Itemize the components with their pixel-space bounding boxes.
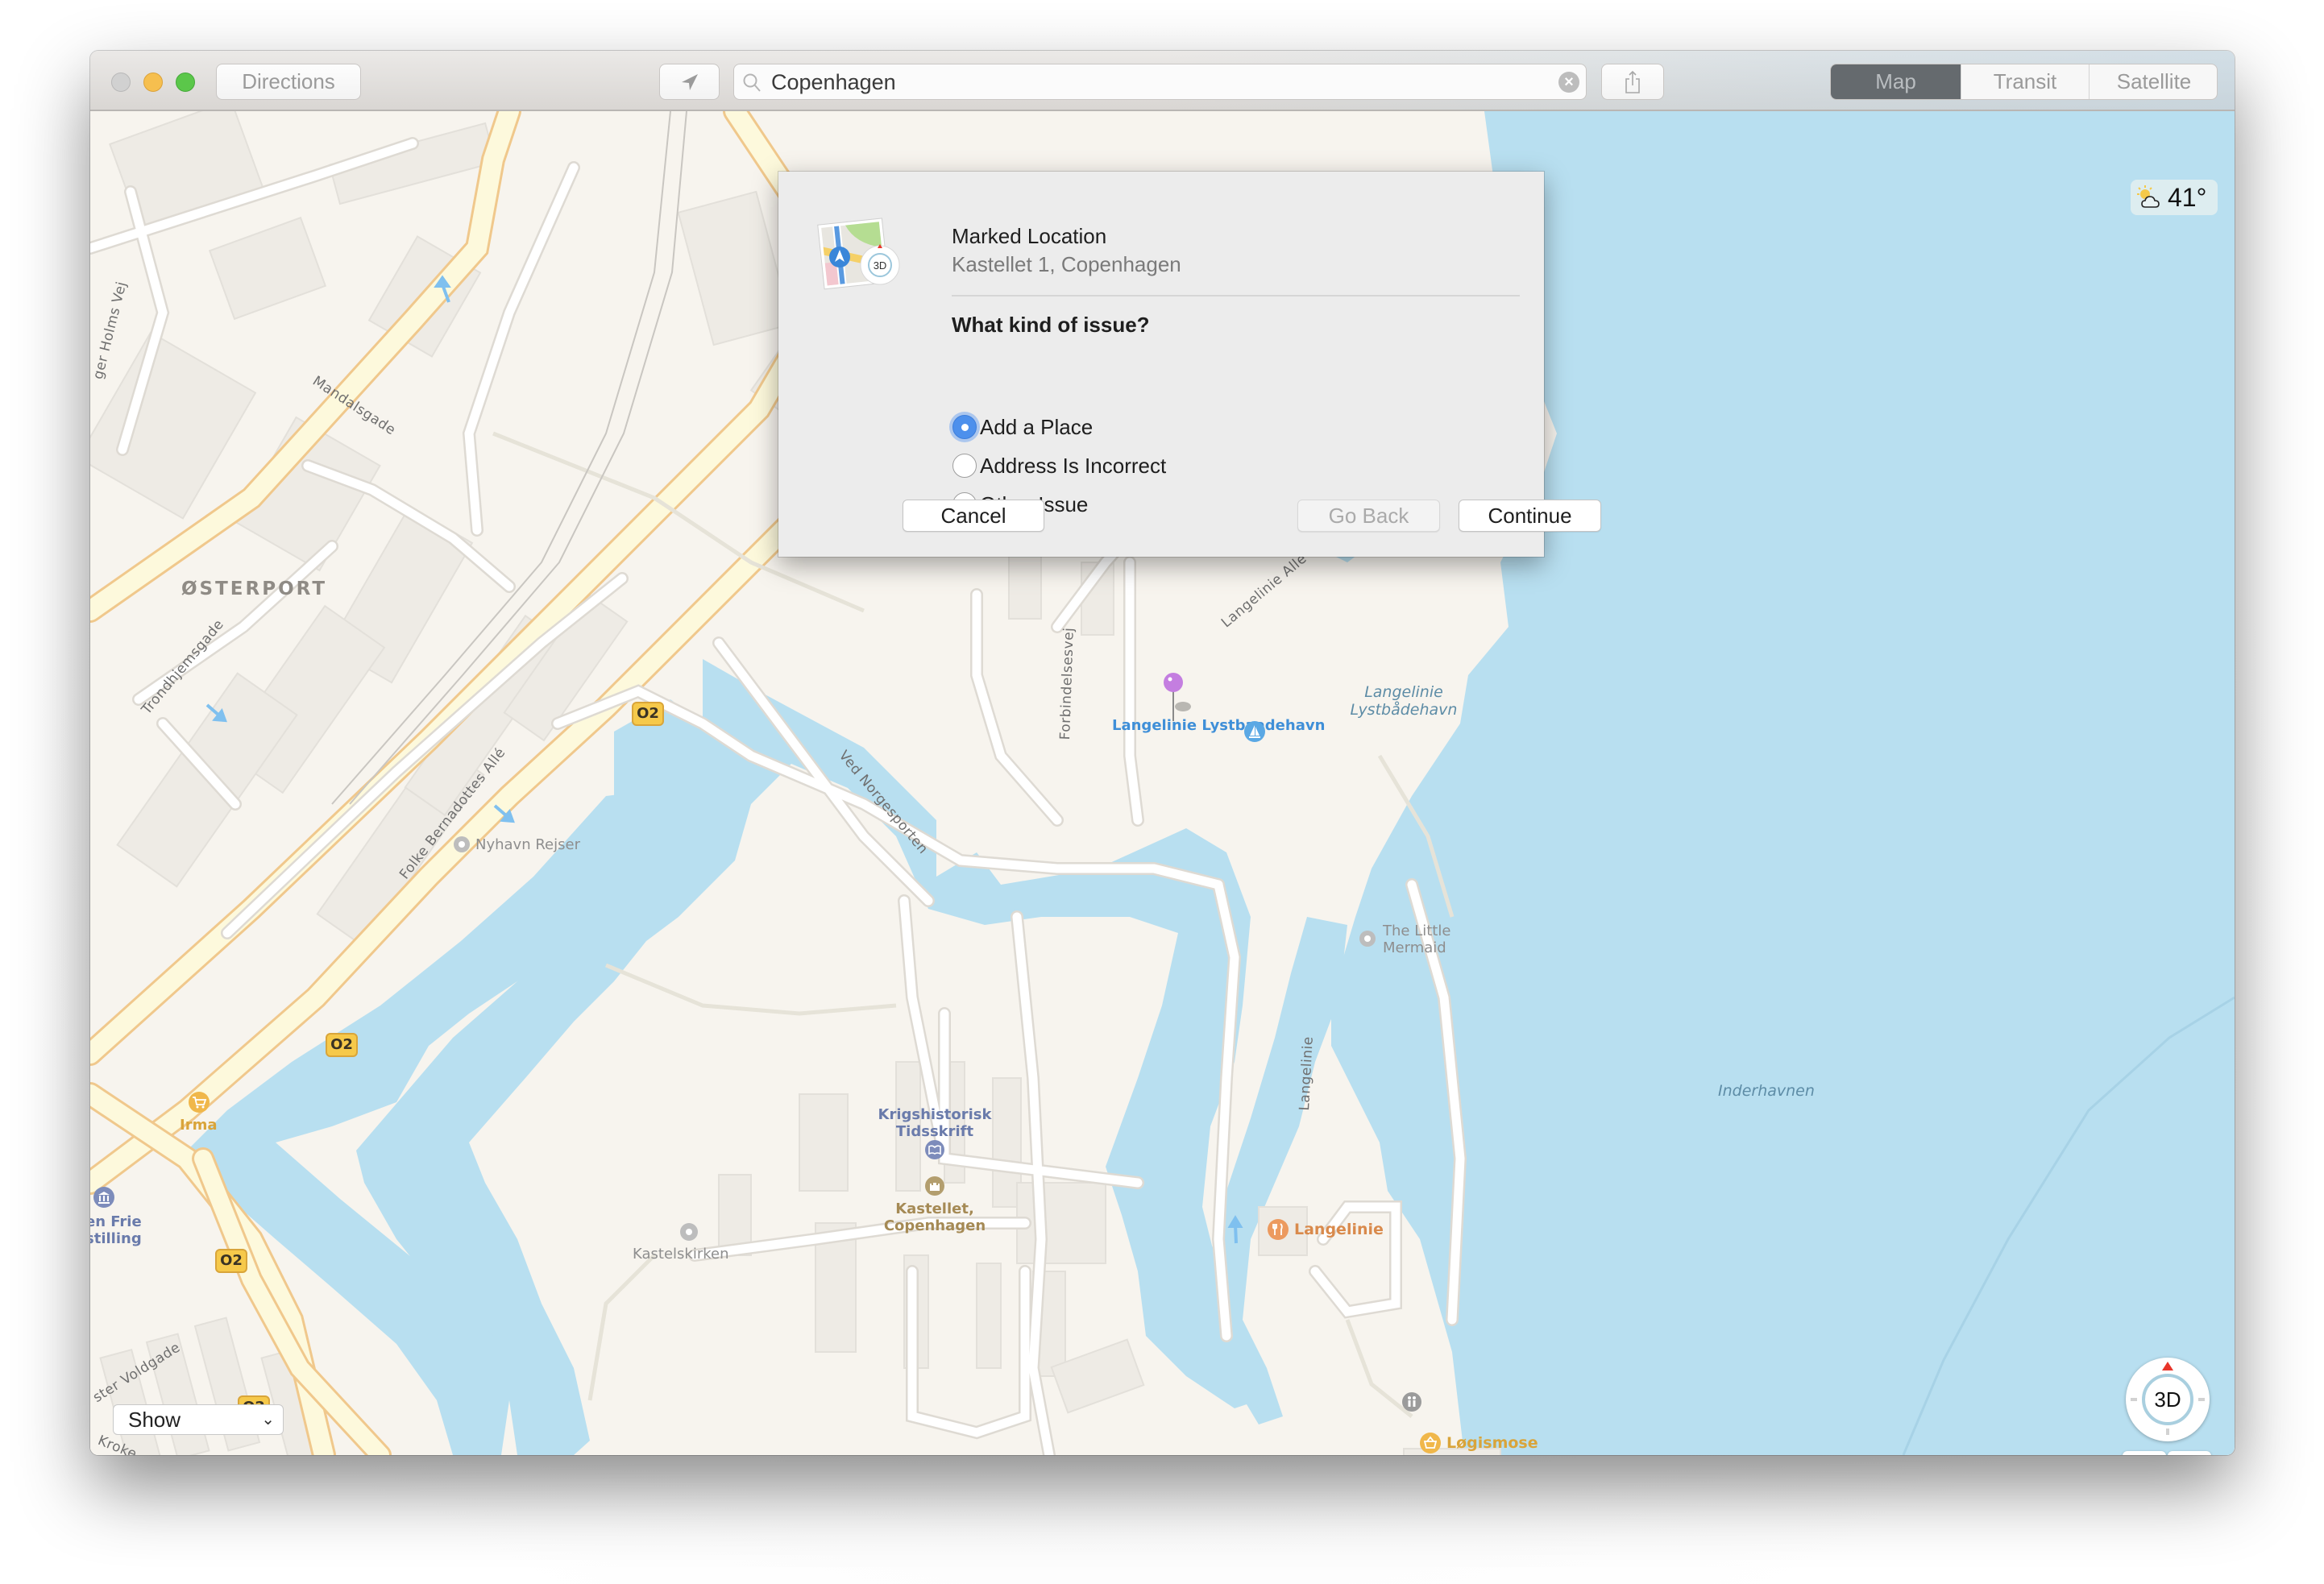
restaurant-icon[interactable]: [1268, 1219, 1289, 1240]
weather-badge: 41°: [2131, 180, 2218, 215]
svg-text:3D: 3D: [874, 259, 887, 272]
radio-address-incorrect[interactable]: Address Is Incorrect: [952, 452, 1166, 479]
report-issue-dialog: 3D Marked Location Kastellet 1, Copenhag…: [778, 172, 1601, 557]
book-icon[interactable]: [925, 1140, 944, 1159]
poi-label[interactable]: Krigshistorisk Tidsskrift: [862, 1106, 1007, 1140]
show-dropdown[interactable]: Show ⌄: [113, 1404, 284, 1435]
minimize-window-button[interactable]: [143, 73, 163, 92]
zoom-in-button[interactable]: +: [2168, 1451, 2211, 1455]
poi-label[interactable]: Langelinie: [1294, 1221, 1384, 1238]
current-location-button[interactable]: [659, 64, 720, 100]
poi-label[interactable]: Kastellet, Copenhagen: [862, 1200, 1007, 1234]
route-shield: O2: [632, 702, 664, 726]
water-label: Langelinie Lystbådehavn: [1350, 683, 1458, 719]
chevron-down-icon: ⌄: [261, 1411, 275, 1429]
water-label: Inderhavnen: [1718, 1082, 1815, 1100]
cart-icon[interactable]: [189, 1092, 210, 1113]
zoom-window-button[interactable]: [176, 73, 195, 92]
poi-label[interactable]: Kastelskirken: [633, 1246, 729, 1263]
search-input[interactable]: [771, 68, 1529, 97]
district-label: ØSTERPORT: [181, 578, 328, 599]
search-field[interactable]: ×: [733, 64, 1587, 100]
show-dropdown-value: Show: [128, 1408, 181, 1432]
toolbar: Directions × Map Transit Satellite: [90, 51, 2235, 111]
dialog-title: Marked Location: [952, 224, 1107, 248]
dialog-divider: [952, 295, 1520, 296]
poi-label[interactable]: Irma: [180, 1117, 217, 1134]
issue-question: What kind of issue?: [952, 313, 1150, 337]
share-button[interactable]: [1601, 64, 1664, 100]
museum-icon[interactable]: [93, 1187, 114, 1208]
route-shield: O2: [326, 1033, 358, 1057]
map-mode-satellite[interactable]: Satellite: [2089, 64, 2217, 99]
search-icon: [743, 73, 761, 92]
poi-label[interactable]: Langelinie Lystbaadehavn: [1112, 717, 1325, 734]
dialog-subtitle: Kastellet 1, Copenhagen: [952, 252, 1181, 276]
maps-window: Directions × Map Transit Satellite: [90, 51, 2235, 1455]
restroom-icon[interactable]: [1402, 1392, 1421, 1412]
zoom-out-button[interactable]: −: [2123, 1451, 2166, 1455]
sailboat-icon[interactable]: [1244, 721, 1265, 742]
map-mode-map[interactable]: Map: [1831, 64, 1961, 99]
poi-label[interactable]: The Little Mermaid: [1383, 923, 1471, 956]
temperature: 41°: [2168, 183, 2207, 212]
poi-label[interactable]: Løgismose: [1446, 1434, 1538, 1452]
partly-cloudy-icon: [2137, 185, 2160, 208]
north-indicator-icon: [2162, 1362, 2173, 1370]
map-canvas[interactable]: ØSTERPORT Mandalsgade Trondhjemsgade Fol…: [90, 111, 2235, 1455]
place-dot-icon[interactable]: [1359, 931, 1376, 947]
clear-search-icon[interactable]: ×: [1558, 72, 1579, 93]
map-mode-segmented-control: Map Transit Satellite: [1830, 64, 2218, 100]
route-shield: O2: [215, 1249, 247, 1273]
poi-label[interactable]: Nyhavn Rejser: [475, 836, 580, 853]
3d-toggle[interactable]: 3D: [2142, 1374, 2193, 1425]
share-icon: [1625, 70, 1640, 93]
go-back-button: Go Back: [1297, 500, 1440, 532]
cancel-button[interactable]: Cancel: [903, 500, 1044, 532]
place-dot-icon[interactable]: [680, 1223, 698, 1241]
directions-button[interactable]: Directions: [216, 64, 361, 100]
location-arrow-icon: [681, 73, 698, 90]
radio-add-a-place[interactable]: Add a Place: [952, 413, 1093, 441]
castle-icon[interactable]: [925, 1176, 944, 1196]
close-window-button[interactable]: [111, 73, 131, 92]
continue-button[interactable]: Continue: [1459, 500, 1601, 532]
radio-button[interactable]: [952, 454, 977, 478]
maps-app-icon: 3D: [817, 218, 900, 290]
basket-icon[interactable]: [1420, 1433, 1441, 1453]
radio-button[interactable]: [952, 415, 977, 439]
poi-label[interactable]: en Frie stilling: [90, 1213, 158, 1247]
compass-3d-button[interactable]: 3D: [2126, 1358, 2210, 1441]
place-dot-icon[interactable]: [454, 836, 470, 852]
map-mode-transit[interactable]: Transit: [1961, 64, 2089, 99]
